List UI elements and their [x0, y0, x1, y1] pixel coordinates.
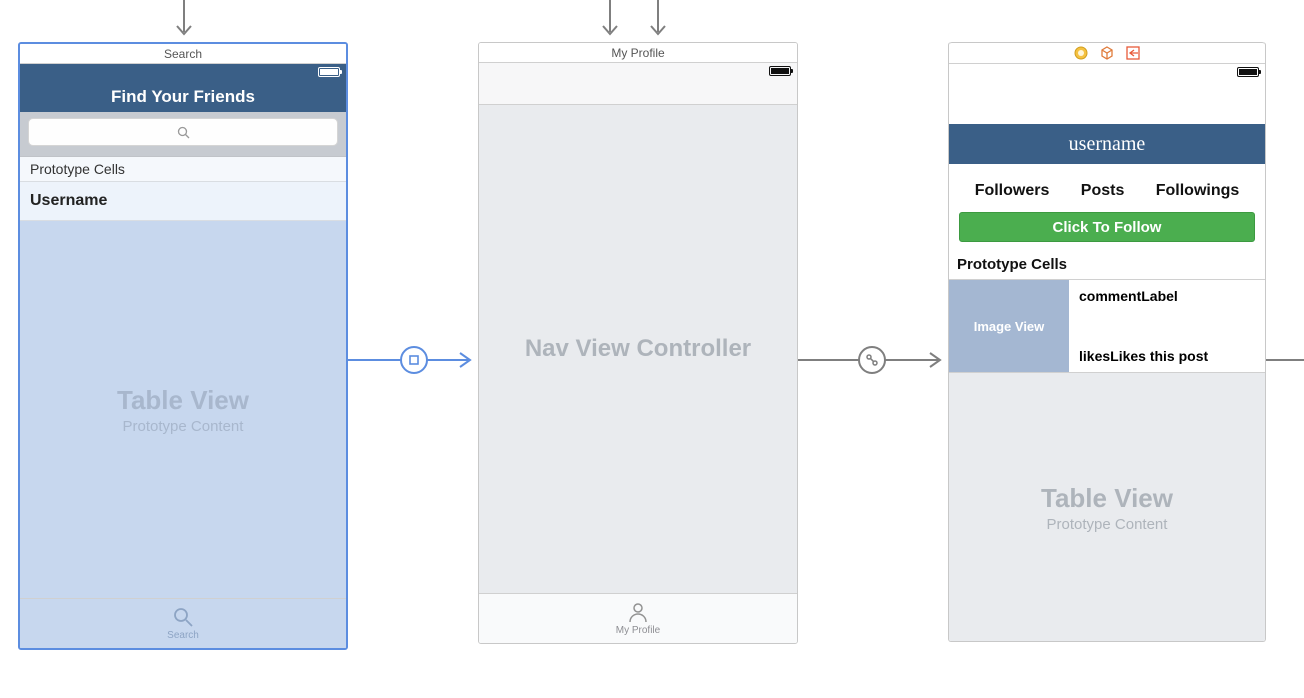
outgoing-arrow-vc3: [1266, 350, 1304, 370]
incoming-arrow-vc2-b: [648, 0, 668, 42]
likes-label-b: Likes this post: [1110, 348, 1208, 364]
vc-title: My Profile: [479, 43, 797, 63]
profile-detail-vc[interactable]: username Followers Posts Followings Clic…: [948, 42, 1266, 642]
follow-button-label: Click To Follow: [1053, 219, 1162, 236]
top-white-spacer: [949, 64, 1265, 124]
placeholder-subtitle: Prototype Content: [1047, 516, 1168, 533]
tab-label: My Profile: [616, 625, 660, 636]
search-vc[interactable]: Search Find Your Friends Prototype Cells…: [18, 42, 348, 650]
incoming-arrow-vc1: [174, 0, 194, 42]
battery-icon: [318, 67, 340, 77]
prototype-cell[interactable]: Image View commentLabel likesLikes this …: [949, 279, 1265, 373]
placeholder-title: Table View: [117, 385, 249, 416]
image-view-label: Image View: [974, 319, 1045, 334]
vc-title: Search: [20, 44, 346, 64]
follow-button[interactable]: Click To Follow: [959, 212, 1255, 242]
search-input[interactable]: [28, 118, 338, 146]
prototype-cell[interactable]: Username: [20, 182, 346, 221]
table-view-placeholder[interactable]: Table View Prototype Content: [949, 373, 1265, 642]
class-badge-icon: [1074, 46, 1088, 60]
followers-label[interactable]: Followers: [975, 182, 1050, 200]
prototype-cells-header: Prototype Cells: [20, 157, 346, 182]
segue-badge-present[interactable]: [400, 346, 428, 374]
battery-icon: [769, 66, 791, 76]
battery-icon: [1237, 67, 1259, 77]
myprofile-vc[interactable]: My Profile Nav View Controller My Profil…: [478, 42, 798, 644]
likes-row: likesLikes this post: [1079, 348, 1255, 364]
relationship-icon: [865, 353, 879, 367]
exit-icon: [1126, 46, 1140, 60]
image-view[interactable]: Image View: [949, 280, 1069, 372]
status-bar: [949, 64, 1265, 82]
prototype-cells-header: Prototype Cells: [949, 254, 1265, 279]
username-label: username: [1069, 133, 1146, 156]
present-icon: [408, 354, 420, 366]
tab-label: Search: [167, 630, 199, 641]
navigation-bar: Find Your Friends: [20, 82, 346, 112]
search-bar-container: [20, 112, 346, 157]
nav-title: Find Your Friends: [111, 87, 255, 107]
posts-label[interactable]: Posts: [1081, 182, 1125, 200]
username-header: username: [949, 124, 1265, 164]
vc-title-icons: [949, 42, 1265, 64]
status-bar: [20, 64, 346, 82]
table-view-placeholder[interactable]: Table View Prototype Content: [20, 221, 346, 598]
status-bar: [479, 63, 797, 81]
tab-bar[interactable]: Search: [20, 598, 346, 648]
tab-bar[interactable]: My Profile: [479, 593, 797, 643]
nav-controller-placeholder: Nav View Controller: [479, 105, 797, 593]
placeholder-text: Nav View Controller: [525, 335, 751, 363]
placeholder-subtitle: Prototype Content: [123, 418, 244, 435]
segue-badge-relationship[interactable]: [858, 346, 886, 374]
likes-label-a: likes: [1079, 348, 1110, 364]
incoming-arrow-vc2-a: [600, 0, 620, 42]
comment-label: commentLabel: [1079, 288, 1255, 304]
followings-label[interactable]: Followings: [1156, 182, 1240, 200]
navigation-bar: [479, 63, 797, 105]
placeholder-title: Table View: [1041, 483, 1173, 514]
search-icon: [177, 126, 190, 139]
search-tab-icon: [172, 606, 194, 628]
stats-row: Followers Posts Followings: [949, 164, 1265, 212]
cube-icon: [1100, 46, 1114, 60]
cell-username-label: Username: [30, 192, 107, 209]
profile-tab-icon: [627, 601, 649, 623]
